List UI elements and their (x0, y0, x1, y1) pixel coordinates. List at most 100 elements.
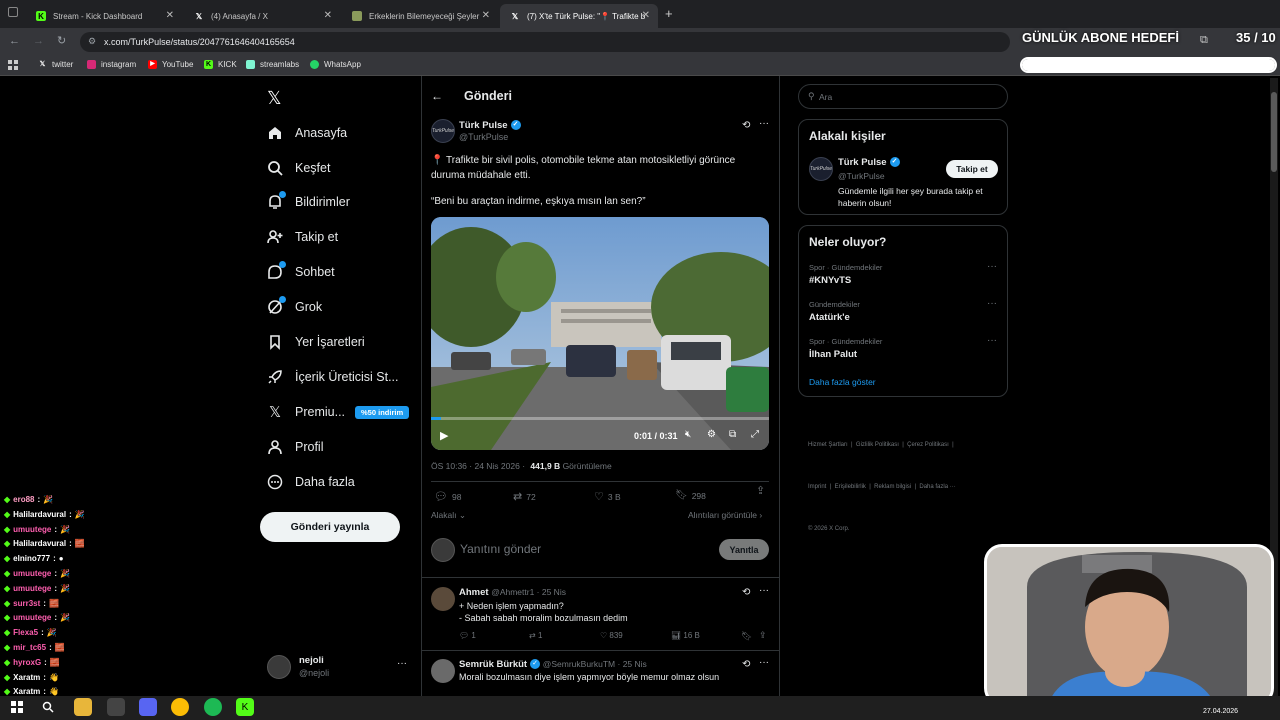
chat-username[interactable]: surr3st (13, 599, 40, 608)
account-more-icon[interactable]: ··· (397, 658, 407, 669)
like-action[interactable]: ♡ 839 (600, 631, 623, 640)
video-player[interactable]: ▶ 0:01 / 0:31 🔇︎ ⚙ ⧉ ⤢ (431, 217, 769, 450)
bookmark-icon[interactable]: 🔖︎ (741, 631, 752, 642)
search-icon[interactable] (39, 698, 57, 716)
sidebar-item-premium[interactable]: 𝕏 Premiu... %50 indirim (266, 400, 410, 424)
avatar[interactable] (431, 587, 455, 611)
chat-username[interactable]: hyroxG (13, 658, 41, 667)
bookmark-instagram[interactable]: instagram (87, 60, 136, 69)
avatar[interactable] (267, 655, 291, 679)
share-icon[interactable]: ⇪ (759, 630, 767, 641)
tab-kick-dashboard[interactable]: K Stream - Kick Dashboard ✕ (26, 4, 182, 28)
scrollbar-thumb[interactable] (1271, 92, 1277, 172)
bookmark-whatsapp[interactable]: WhatsApp (310, 60, 361, 69)
settings-gear-icon[interactable]: ⚙ (707, 429, 716, 440)
reply-more-icon[interactable]: ··· (759, 657, 769, 668)
follow-button[interactable]: Takip et (946, 160, 998, 178)
app-icon[interactable] (107, 698, 125, 716)
chat-username[interactable]: umuutege (13, 525, 51, 534)
repost-action[interactable]: ⇄ 1 (529, 631, 542, 640)
chat-username[interactable]: Xaratm (13, 673, 40, 682)
sidebar-item-explore[interactable]: Keşfet (266, 156, 330, 180)
bookmark-action[interactable]: 🔖︎ 298 (675, 490, 706, 501)
post-button[interactable]: Gönderi yayınla (260, 512, 400, 542)
trend-item[interactable]: Spor · Gündemdekiler İlhan Palut (809, 337, 882, 360)
footer-links[interactable]: Hizmet Şartları | Gizlilik Politikası | … (808, 410, 956, 550)
x-logo-icon[interactable]: 𝕏 (267, 88, 282, 109)
reply-author[interactable]: Ahmet @Ahmettr1 · 25 Nis (459, 587, 566, 598)
kick-icon[interactable]: K (236, 698, 254, 716)
share-icon[interactable]: ⇪ (756, 484, 765, 497)
show-more-link[interactable]: Daha fazla göster (809, 377, 876, 387)
apps-grid-icon[interactable] (8, 60, 18, 70)
grok-explain-icon[interactable]: ⟲ (742, 659, 750, 670)
sidebar-item-more[interactable]: Daha fazla (266, 470, 355, 494)
back-arrow-icon[interactable]: ← (431, 89, 443, 103)
url-field[interactable]: ⚙ x.com/TurkPulse/status/204776164640416… (80, 32, 1010, 52)
discord-icon[interactable] (139, 698, 157, 716)
reply-more-icon[interactable]: ··· (759, 585, 769, 596)
chat-username[interactable]: umuutege (13, 613, 51, 622)
grok-explain-icon[interactable]: ⟲ (742, 120, 750, 131)
chat-username[interactable]: umuutege (13, 584, 51, 593)
pip-icon[interactable]: ⧉ (729, 429, 736, 440)
view-quotes-link[interactable]: Alıntıları görüntüle › (688, 510, 762, 520)
windows-start-icon[interactable] (8, 698, 26, 716)
like-action[interactable]: ♡ 3 B (594, 490, 621, 503)
sidebar-item-grok[interactable]: Grok (266, 295, 322, 319)
sidebar-item-profile[interactable]: Profil (266, 435, 323, 459)
reply-input[interactable]: Yanıtını gönder (460, 542, 541, 556)
related-name[interactable]: Türk Pulse ✓ (838, 157, 900, 168)
trend-item[interactable]: Spor · Gündemdekiler #KNYvTS (809, 263, 882, 286)
reply-action[interactable]: 💬︎ 1 (459, 631, 476, 640)
tab-search-icon[interactable] (8, 7, 18, 17)
reload-icon[interactable]: ↻ (57, 34, 66, 47)
post-more-icon[interactable]: ··· (759, 118, 769, 129)
sidebar-item-notifications[interactable]: Bildirimler (266, 190, 350, 214)
author-name-row[interactable]: Türk Pulse ✓ (459, 120, 521, 131)
sidebar-item-home[interactable]: Anasayfa (266, 121, 347, 145)
trend-more-icon[interactable]: ··· (987, 335, 997, 346)
tab-x-post[interactable]: 𝕏 (7) X'te Türk Pulse: "📍 Trafikte b ✕ (500, 4, 658, 28)
trend-item[interactable]: Gündemdekiler Atatürk'e (809, 300, 860, 323)
author-avatar[interactable]: TurkPulse (431, 119, 455, 143)
bookmark-streamlabs[interactable]: streamlabs (246, 60, 299, 69)
close-icon[interactable]: ✕ (166, 10, 174, 21)
reply-author[interactable]: Semrük Bürküt ✓ @SemrukBurkuTM · 25 Nis (459, 659, 647, 670)
chat-username[interactable]: mir_tc65 (13, 643, 46, 652)
chat-username[interactable]: elnino777 (13, 554, 50, 563)
back-arrow-icon[interactable]: ← (9, 35, 20, 47)
close-icon[interactable]: ✕ (482, 10, 490, 21)
fullscreen-icon[interactable]: ⤢ (751, 429, 759, 440)
chat-username[interactable]: Flexa5 (13, 628, 38, 637)
views-action[interactable]: 📊︎ 16 B (671, 631, 700, 640)
trend-more-icon[interactable]: ··· (987, 298, 997, 309)
sidebar-item-follow[interactable]: Takip et (266, 225, 338, 249)
close-icon[interactable]: ✕ (642, 10, 650, 21)
bookmark-twitter[interactable]: 𝕏twitter (38, 60, 74, 69)
reply-action[interactable]: 💬︎ 98 (434, 490, 461, 503)
chrome-icon[interactable] (171, 698, 189, 716)
file-explorer-icon[interactable] (74, 698, 92, 716)
avatar[interactable]: TurkPulse (809, 157, 833, 181)
tab-x-home[interactable]: 𝕏 (4) Anasayfa / X ✕ (184, 4, 340, 28)
spotify-icon[interactable] (204, 698, 222, 716)
new-tab-button[interactable]: + (665, 6, 673, 21)
repost-action[interactable]: ⇄ 72 (513, 490, 536, 503)
bookmark-youtube[interactable]: ▶ YouTube (148, 60, 193, 69)
bookmark-kick[interactable]: K KICK (204, 60, 237, 69)
sidebar-item-bookmarks[interactable]: Yer İşaretleri (266, 330, 365, 354)
sidebar-item-creator-studio[interactable]: İçerik Üreticisi St... (266, 365, 399, 389)
chat-username[interactable]: Halilardavural (13, 539, 66, 548)
tab-erkekler[interactable]: Erkeklerin Bilemeyeceği Şeyler ✕ (342, 4, 498, 28)
extensions-icon[interactable]: ⧉ (1200, 34, 1208, 47)
sidebar-item-chat[interactable]: Sohbet (266, 260, 335, 284)
play-icon[interactable]: ▶ (440, 429, 448, 442)
site-info-icon[interactable]: ⚙ (88, 36, 96, 47)
search-input[interactable]: ⚲ Ara (798, 84, 1008, 109)
avatar[interactable] (431, 659, 455, 683)
reply-button[interactable]: Yanıtla (719, 539, 769, 560)
forward-arrow-icon[interactable]: → (33, 35, 44, 47)
chat-username[interactable]: Halilardavural (13, 510, 66, 519)
trend-more-icon[interactable]: ··· (987, 261, 997, 272)
